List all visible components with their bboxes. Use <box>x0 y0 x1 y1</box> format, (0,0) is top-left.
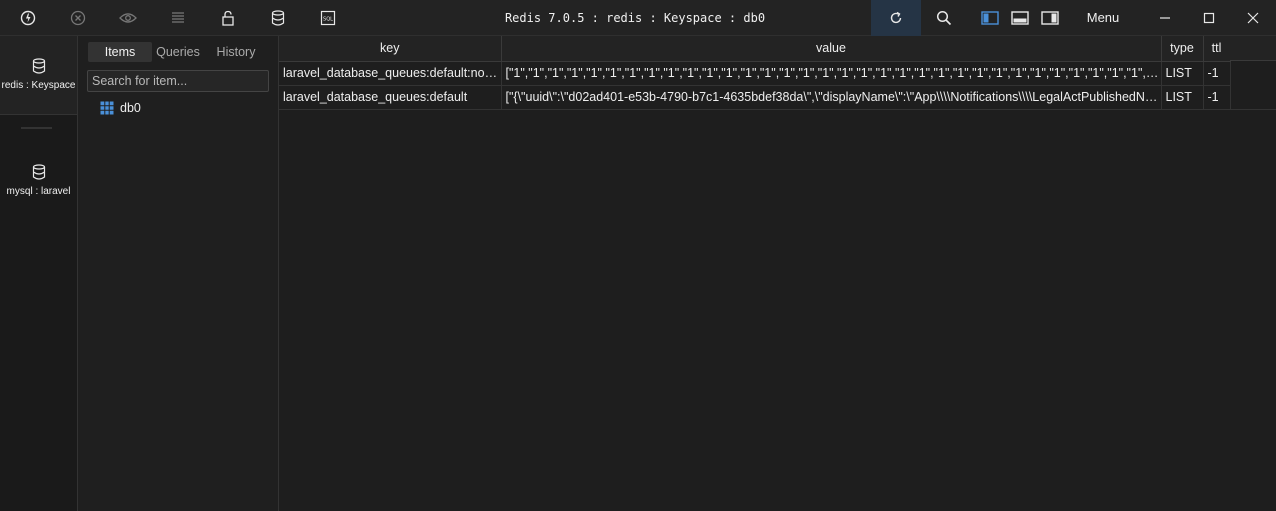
navigator-panel: Items Queries History db0 <box>78 36 279 511</box>
cell-key[interactable]: laravel_database_queues:default:notify <box>279 61 502 86</box>
column-header-key[interactable]: key <box>279 36 502 62</box>
connection-redis[interactable]: redis : Keyspace <box>0 36 77 115</box>
search-input[interactable] <box>87 70 269 92</box>
column-header-value[interactable]: value <box>501 36 1162 62</box>
cell-ttl[interactable]: -1 <box>1203 85 1231 110</box>
connection-label: redis : Keyspace <box>1 80 76 91</box>
disconnect-icon[interactable] <box>66 0 90 36</box>
tab-items[interactable]: Items <box>88 42 152 62</box>
grid-row-filler <box>1230 61 1276 110</box>
navigator-tabs: Items Queries History <box>88 42 268 64</box>
cell-value[interactable]: ["{\"uuid\":\"d02ad401-e53b-4790-b7c1-46… <box>501 85 1162 110</box>
database-icon[interactable] <box>266 0 290 36</box>
connection-mysql[interactable]: mysql : laravel <box>0 164 77 197</box>
tab-queries[interactable]: Queries <box>152 42 204 62</box>
minimize-icon[interactable] <box>1153 0 1177 36</box>
rail-divider <box>21 127 52 129</box>
table-row[interactable]: laravel_database_queues:default ["{\"uui… <box>279 85 1231 110</box>
database-icon <box>32 164 45 180</box>
table-icon <box>100 101 114 115</box>
svg-text:SQL: SQL <box>323 17 333 23</box>
column-header-ttl[interactable]: ttl <box>1203 36 1231 62</box>
tab-history[interactable]: History <box>204 42 268 62</box>
left-panel-icon[interactable] <box>978 0 1002 36</box>
cell-value[interactable]: ["1","1","1","1","1","1","1","1","1","1"… <box>501 61 1162 86</box>
data-grid: key value type ttl laravel_database_queu… <box>279 36 1276 511</box>
view-icon[interactable] <box>116 0 140 36</box>
cell-ttl[interactable]: -1 <box>1203 61 1231 86</box>
tree-item-label: db0 <box>120 101 141 115</box>
search-icon[interactable] <box>932 0 956 36</box>
title-bar: SQL Redis 7.0.5 : redis : Keyspace : db0… <box>0 0 1276 36</box>
connect-icon[interactable] <box>16 0 40 36</box>
results-table: key value type ttl laravel_database_queu… <box>279 36 1231 110</box>
bottom-panel-icon[interactable] <box>1008 0 1032 36</box>
database-icon <box>32 58 45 74</box>
column-header-type[interactable]: type <box>1161 36 1204 62</box>
grid-header-filler <box>1230 36 1276 61</box>
list-icon[interactable] <box>166 0 190 36</box>
cell-key[interactable]: laravel_database_queues:default <box>279 85 502 110</box>
table-row[interactable]: laravel_database_queues:default:notify [… <box>279 61 1231 86</box>
right-panel-icon[interactable] <box>1038 0 1062 36</box>
table-header-row: key value type ttl <box>279 36 1231 62</box>
cell-type[interactable]: LIST <box>1161 61 1204 86</box>
sql-icon[interactable]: SQL <box>316 0 340 36</box>
refresh-icon <box>890 11 902 24</box>
maximize-icon[interactable] <box>1197 0 1221 36</box>
cell-type[interactable]: LIST <box>1161 85 1204 110</box>
tree-item-db0[interactable]: db0 <box>100 99 141 117</box>
connection-label: mysql : laravel <box>6 186 71 197</box>
close-icon[interactable] <box>1241 0 1265 36</box>
connection-rail: redis : Keyspace mysql : laravel <box>0 36 78 511</box>
lock-icon[interactable] <box>216 0 240 36</box>
window-title: Redis 7.0.5 : redis : Keyspace : db0 <box>504 11 766 25</box>
refresh-button[interactable] <box>871 0 921 36</box>
menu-button[interactable]: Menu <box>1076 0 1130 36</box>
